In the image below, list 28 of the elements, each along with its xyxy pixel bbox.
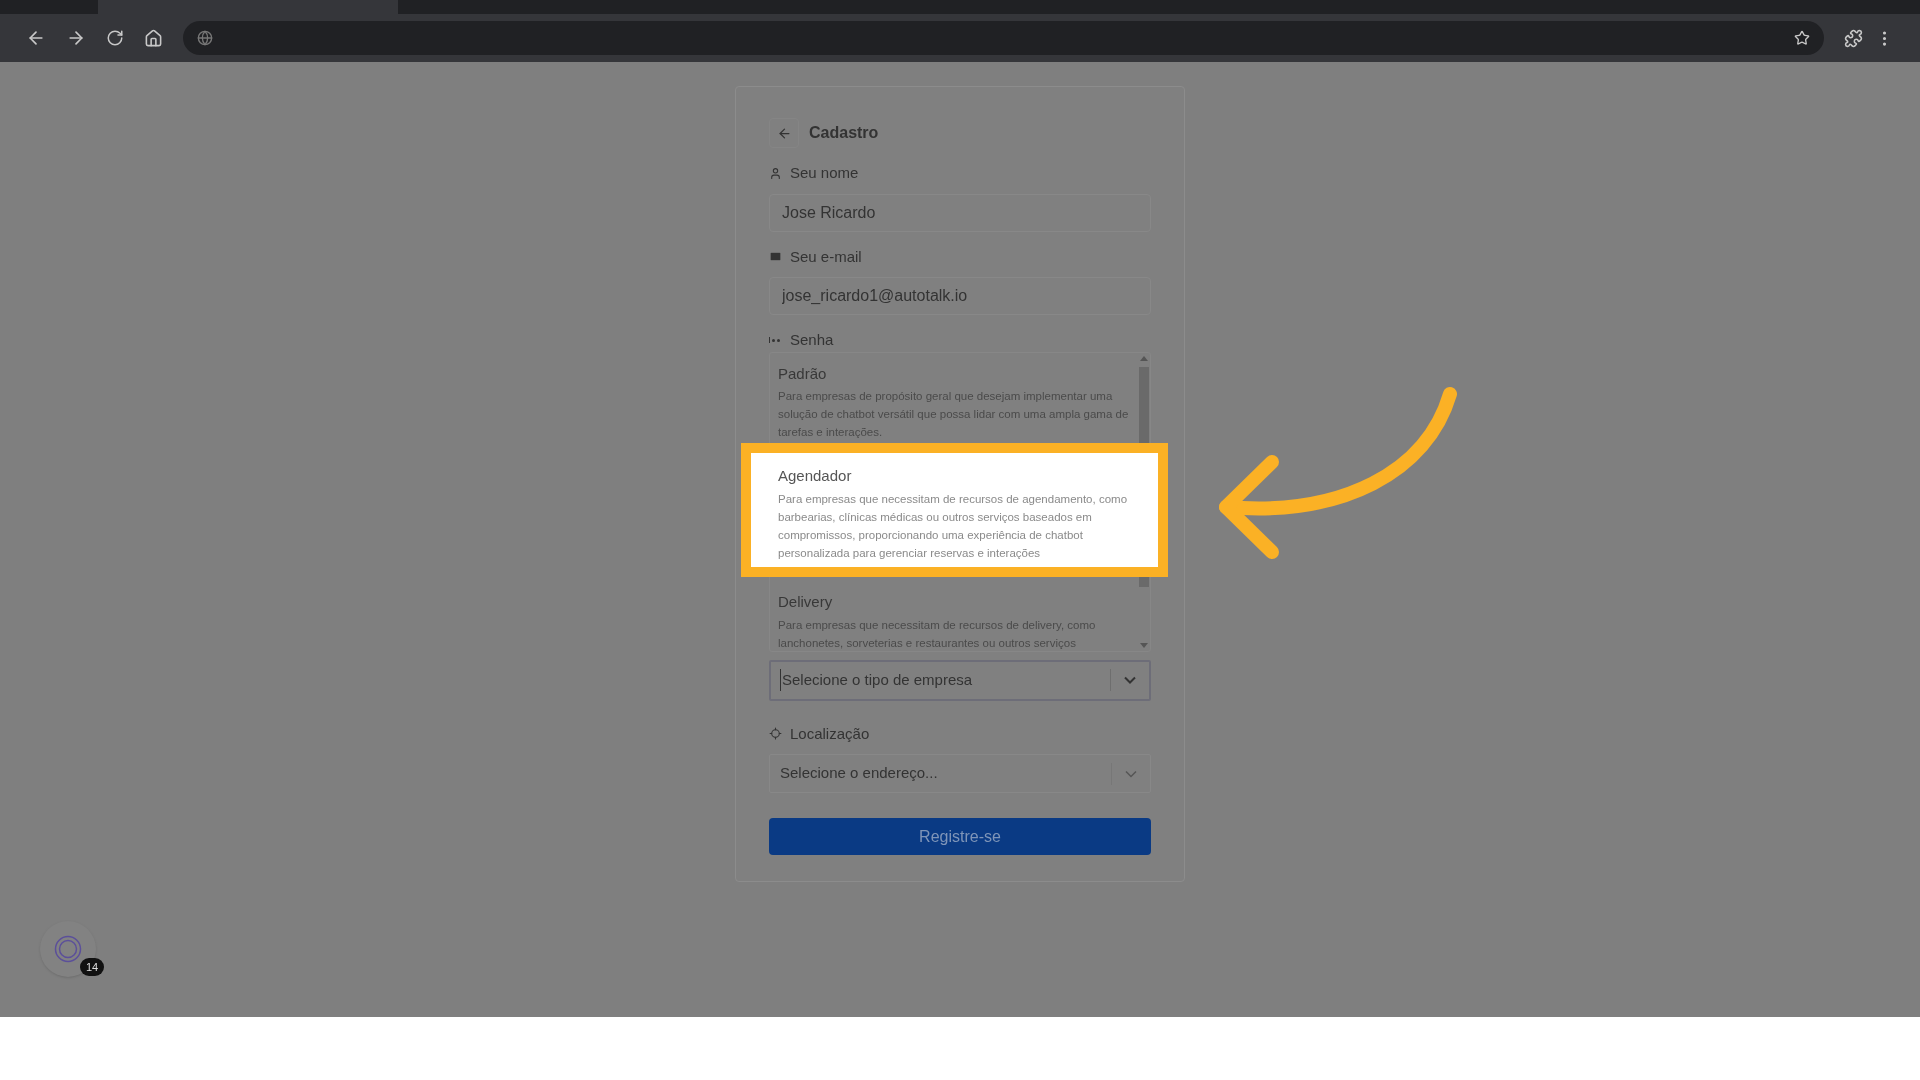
- chevron-down-icon: [1125, 769, 1137, 778]
- field-label: Localização: [790, 723, 870, 744]
- back-button[interactable]: [769, 118, 799, 148]
- user-icon: [769, 166, 782, 180]
- globe-icon: [197, 30, 213, 46]
- home-icon[interactable]: [144, 28, 163, 48]
- select-placeholder: Selecione o endereço...: [780, 763, 939, 784]
- field-label: Seu e-mail: [790, 246, 862, 267]
- option-title: Padrão: [778, 363, 828, 384]
- location-icon: [769, 727, 782, 741]
- extensions-icon[interactable]: [1844, 28, 1863, 48]
- register-button[interactable]: Registre-se: [769, 818, 1151, 855]
- text-field[interactable]: Jose Ricardo: [769, 193, 1151, 232]
- chevron-down-icon: [1124, 676, 1136, 684]
- field-label: Senha: [790, 330, 834, 350]
- ring-icon: [54, 935, 82, 963]
- reload-icon[interactable]: [106, 29, 124, 47]
- form-title: Cadastro: [809, 123, 879, 143]
- option-description: Para empresas que necessitam de recursos de agendamento, como barbearias, clínicas médicas ou outros serviços baseados em compromissos, proporcionando uma experiência de chatbot personalizada para gerenciar reservas e interações: [778, 491, 1129, 561]
- address-select[interactable]: Selecione o endereço...: [769, 754, 1151, 793]
- field-label: Seu nome: [790, 163, 859, 183]
- bookmark-star-icon[interactable]: [1794, 30, 1810, 46]
- text-field[interactable]: jose_ricardo1@autotalk.io: [769, 277, 1151, 315]
- password-dots-icon: [769, 337, 782, 344]
- option-title: Delivery: [778, 592, 834, 612]
- option-title: Agendador: [778, 466, 853, 486]
- company-type-select[interactable]: Selecione o tipo de empresa: [769, 659, 1151, 701]
- mail-icon: [769, 250, 782, 264]
